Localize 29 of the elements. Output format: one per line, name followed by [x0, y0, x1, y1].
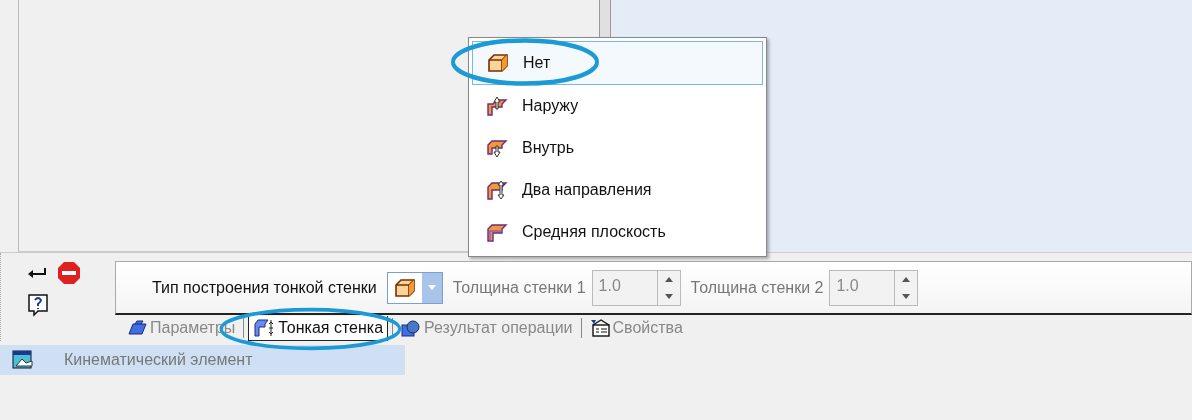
wall-arrow-down-icon [486, 138, 508, 158]
wall-icon [486, 222, 508, 242]
window-icon [12, 350, 34, 370]
box-icon [487, 53, 509, 73]
caret-icon [427, 285, 436, 290]
menu-item[interactable]: Внутрь [472, 127, 763, 169]
menu-item[interactable]: Средняя плоскость [472, 211, 763, 253]
thin-wall-icon [253, 318, 276, 337]
thickness-label: Толщина стенки 1 [452, 278, 586, 297]
spin-up-icon[interactable] [902, 276, 911, 282]
spin-down-icon[interactable] [664, 293, 673, 299]
block-icon [127, 320, 147, 336]
wall-arrow-up-icon [486, 96, 508, 116]
properties-icon [589, 319, 610, 337]
spin-down-icon[interactable] [902, 293, 911, 299]
menu-item[interactable]: Нет [472, 41, 763, 85]
wall-double-arrow-icon [486, 180, 508, 200]
spin-up-icon[interactable] [664, 276, 673, 282]
tab[interactable]: Тонкая стенка [248, 315, 389, 341]
stop-icon[interactable] [57, 261, 81, 285]
help-icon[interactable] [27, 293, 49, 317]
sphere-cube-icon [401, 319, 422, 337]
menu-item[interactable]: Наружу [472, 85, 763, 127]
type-label: Тип построения тонкой стенки [152, 278, 377, 297]
type-dropdown[interactable] [386, 271, 443, 304]
thickness-label: Толщина стенки 2 [690, 278, 824, 297]
enter-icon[interactable] [27, 267, 47, 279]
menu-item[interactable]: Два направления [472, 169, 763, 211]
box-icon [393, 277, 416, 298]
